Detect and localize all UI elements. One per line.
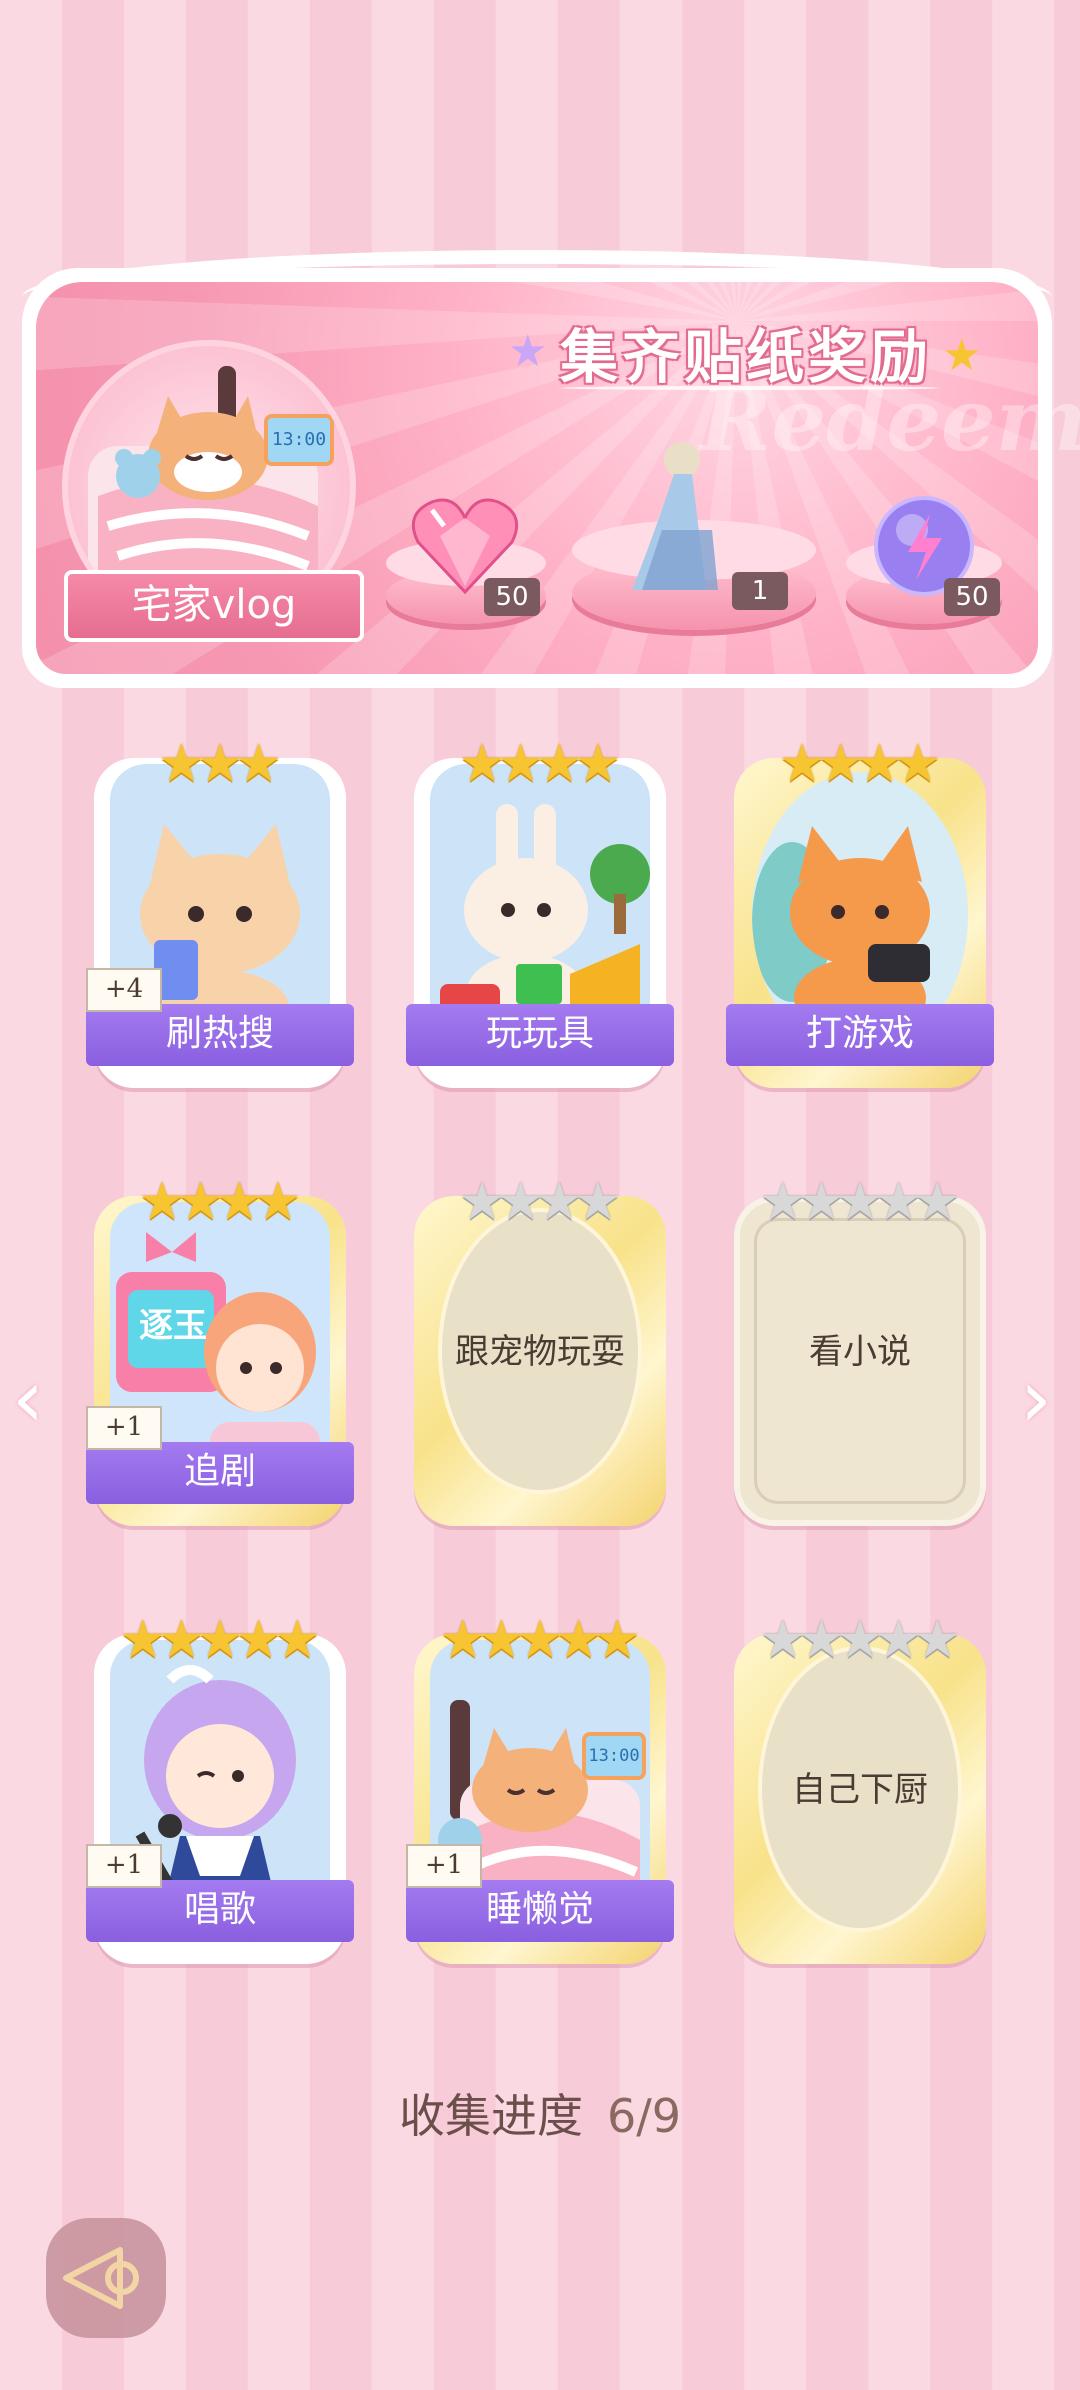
star-rating: ★★★ [94, 736, 346, 792]
purple-star-icon: ★ [508, 326, 548, 377]
bonus-tag: +1 [86, 1844, 162, 1888]
card-label: 玩玩具 [406, 1004, 674, 1066]
gold-star-icon: ★ [942, 330, 982, 381]
star-rating: ★★★★★ [734, 1174, 986, 1230]
sticker-card-locked[interactable]: 自己下厨 ★★★★★ [734, 1612, 986, 1964]
sticker-card[interactable]: +1 唱歌 ★★★★★ [86, 1612, 354, 1964]
collection-progress: 收集进度 6/9 [0, 2080, 1080, 2146]
reward-count: 50 [484, 578, 540, 616]
back-button[interactable] [46, 2218, 166, 2338]
outfit-figure-icon[interactable] [592, 440, 732, 600]
bonus-tag: +4 [86, 968, 162, 1012]
card-label: 跟宠物玩耍 [455, 1332, 625, 1372]
sticker-card-locked[interactable]: 跟宠物玩耍 ★★★★ [414, 1174, 666, 1526]
sticker-card[interactable]: 逐玉 +1 追剧 ★★★★ [86, 1174, 354, 1526]
star-icon: ★ [574, 734, 622, 794]
reward-count: 50 [944, 578, 1000, 616]
star-icon: ★ [593, 1610, 641, 1670]
card-label: 刷热搜 [86, 1004, 354, 1066]
bonus-tag: +1 [406, 1844, 482, 1888]
star-rating: ★★★★★ [734, 1612, 986, 1668]
next-page-arrow-icon[interactable]: › [1020, 1352, 1052, 1445]
star-icon: ★ [913, 1610, 961, 1670]
card-label: 打游戏 [726, 1004, 994, 1066]
star-icon: ★ [235, 734, 282, 794]
card-label: 睡懒觉 [406, 1880, 674, 1942]
sticker-card[interactable]: +4 刷热搜 ★★★ [86, 736, 354, 1088]
star-rating: ★★★★ [414, 1174, 666, 1230]
reward-count: 1 [732, 572, 788, 610]
stage-label: 宅家vlog [64, 570, 364, 642]
star-icon: ★ [894, 734, 942, 794]
star-rating: ★★★★ [94, 1174, 346, 1230]
alarm-clock-icon: 13:00 [264, 414, 334, 466]
card-label: 自己下厨 [792, 1770, 928, 1810]
progress-label: 收集进度 [398, 2089, 583, 2143]
card-label: 看小说 [809, 1332, 911, 1372]
alarm-clock-icon: 13:00 [582, 1732, 646, 1780]
back-arrow-icon [63, 2247, 139, 2309]
sticker-card[interactable]: 打游戏 ★★★★ [726, 736, 994, 1088]
bonus-tag: +1 [86, 1406, 162, 1450]
tv-screen-text: 逐玉 [139, 1306, 207, 1346]
banner-title: 集齐贴纸奖励 [560, 323, 933, 391]
progress-value: 6/9 [606, 2089, 682, 2143]
sticker-card-locked[interactable]: 看小说 ★★★★★ [734, 1174, 986, 1526]
card-label: 唱歌 [86, 1880, 354, 1942]
star-icon: ★ [913, 1172, 961, 1232]
card-label: 追剧 [86, 1442, 354, 1504]
star-icon: ★ [254, 1172, 302, 1232]
star-rating: ★★★★★ [94, 1612, 346, 1668]
star-rating: ★★★★★ [414, 1612, 666, 1668]
title-underline [560, 386, 940, 390]
star-icon: ★ [574, 1172, 622, 1232]
sticker-card[interactable]: 13:00 +1 睡懒觉 ★★★★★ [406, 1612, 674, 1964]
star-rating: ★★★★ [734, 736, 986, 792]
prev-page-arrow-icon[interactable]: ‹ [12, 1352, 44, 1445]
star-icon: ★ [273, 1610, 321, 1670]
star-rating: ★★★★ [414, 736, 666, 792]
sticker-card[interactable]: 玩玩具 ★★★★ [406, 736, 674, 1088]
